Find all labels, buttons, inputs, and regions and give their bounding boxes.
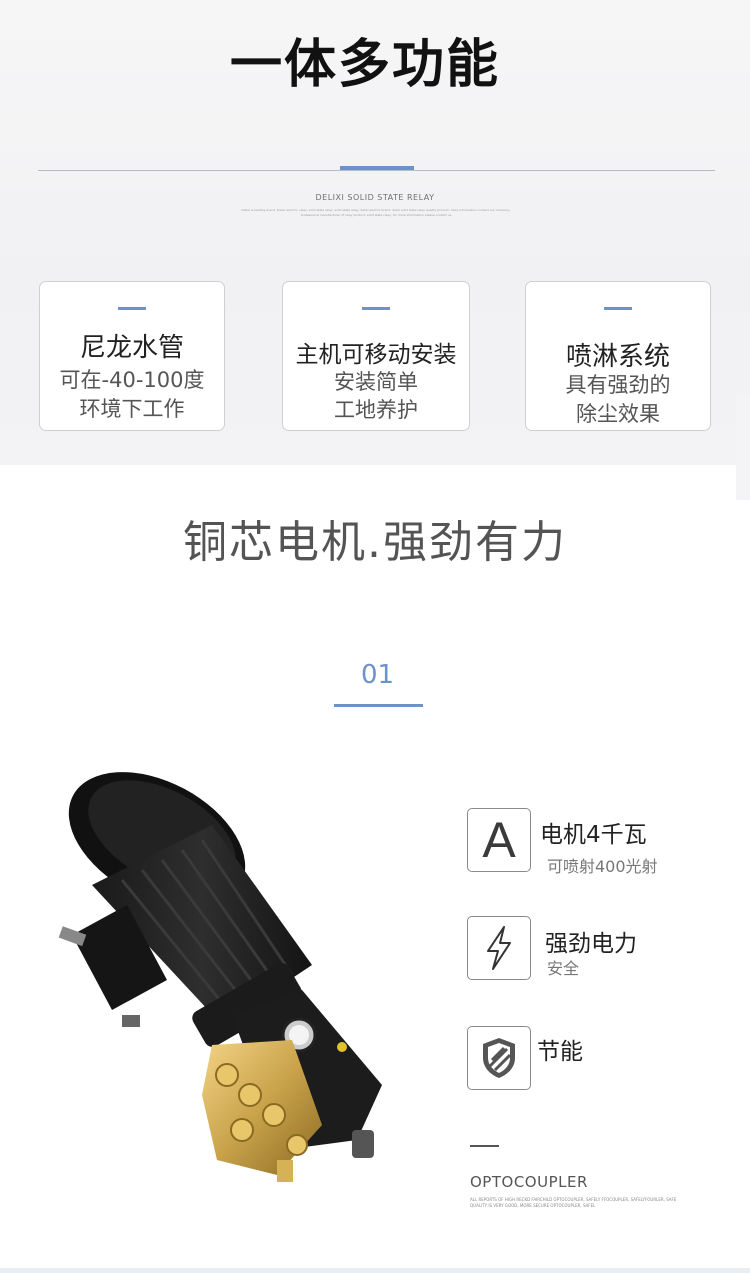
feature-title: 电机4千瓦 — [540, 822, 647, 848]
feature-subtitle: 安全 — [547, 959, 580, 978]
optocoupler-divider — [470, 1145, 499, 1147]
shield-icon — [467, 1026, 531, 1090]
card-nylon-hose: 尼龙水管 可在-40-100度 环境下工作 — [39, 281, 225, 431]
card-line: 工地养护 — [334, 398, 418, 422]
optocoupler-description: ALL REPORTS OF HIGH RECKD FAIRCHILD OPTO… — [470, 1197, 677, 1208]
card-title: 喷淋系统 — [565, 342, 670, 372]
card-line: 具有强劲的 — [565, 373, 671, 397]
lightning-icon — [467, 916, 531, 980]
hero-title: 一体多功能 — [229, 35, 500, 95]
card-accent — [604, 307, 632, 310]
feature-cards: 尼龙水管 可在-40-100度 环境下工作 主机可移动安装 安装简单 工地养护 … — [0, 281, 750, 433]
relay-label: DELIXI SOLID STATE RELAY — [315, 193, 435, 202]
card-line: 环境下工作 — [79, 397, 185, 421]
card-accent — [362, 307, 390, 310]
card-accent — [118, 307, 146, 310]
card-title: 主机可移动安装 — [295, 342, 457, 368]
card-spray-system: 喷淋系统 具有强劲的 除尘效果 — [525, 281, 711, 431]
step-number: 01 — [360, 660, 395, 690]
feature-title: 节能 — [537, 1039, 583, 1065]
step-underline — [334, 704, 423, 707]
optocoupler-label: OPTOCOUPLER — [470, 1173, 588, 1191]
card-title: 尼龙水管 — [79, 333, 184, 363]
bottom-strip — [0, 1268, 750, 1273]
motor-pump-image — [58, 772, 382, 1182]
feature-title: 强劲电力 — [545, 931, 637, 957]
card-mobile-install: 主机可移动安装 安装简单 工地养护 — [282, 281, 470, 431]
letter-a-icon: A — [467, 808, 531, 872]
lightning-icon-svg — [487, 926, 511, 970]
relay-description: Delixi is leading brand, Delixi electric… — [241, 208, 511, 217]
card-line: 安装简单 — [334, 370, 418, 394]
feature-subtitle: 可喷射400光射 — [547, 857, 658, 876]
card-line: 可在-40-100度 — [59, 368, 205, 392]
shield-icon-svg — [483, 1038, 515, 1078]
hero-divider — [38, 170, 715, 171]
hero-accent-bar — [340, 166, 414, 170]
card-line: 除尘效果 — [576, 402, 660, 426]
section-title: 铜芯电机.强劲有力 — [183, 517, 567, 568]
